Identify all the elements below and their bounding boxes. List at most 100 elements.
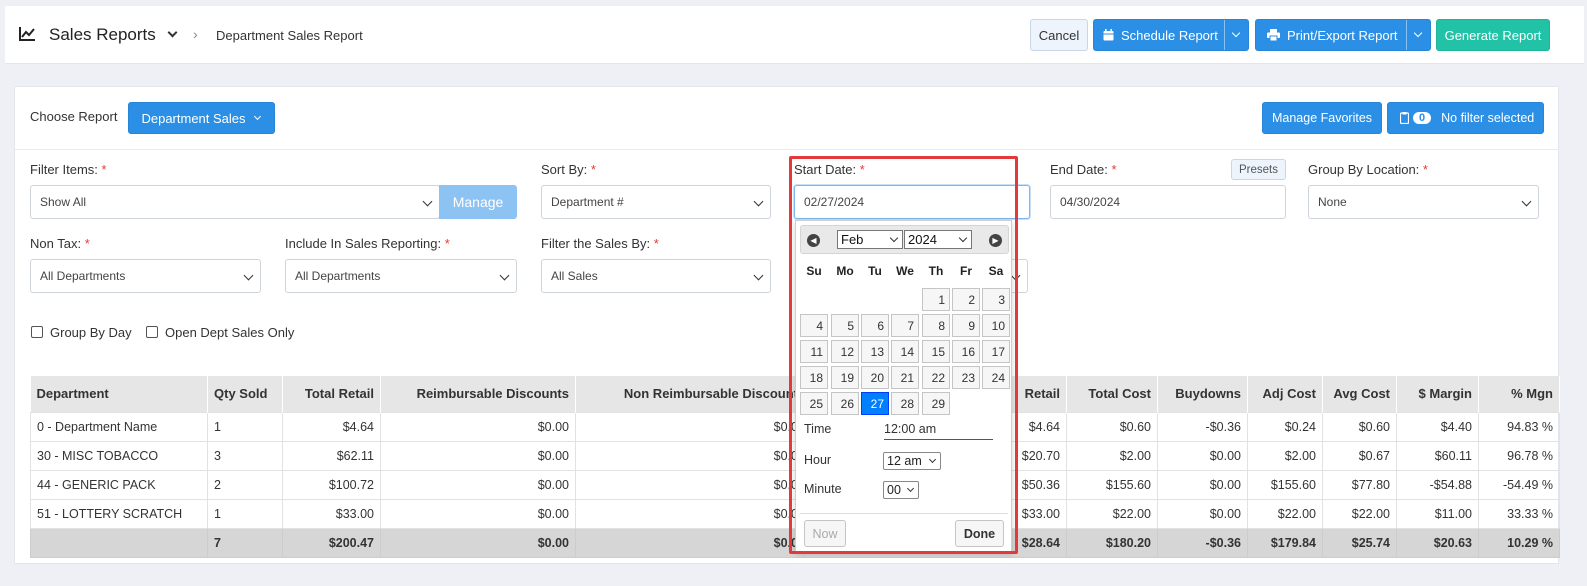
- table-cell: $22.00: [1066, 498, 1158, 529]
- chevron-down-icon: [243, 270, 254, 281]
- report-type-dropdown[interactable]: Department Sales: [128, 102, 275, 134]
- highlight-box: [789, 156, 1018, 554]
- include-sales-label: Include In Sales Reporting: *: [285, 236, 450, 251]
- include-sales-value: All Departments: [295, 269, 381, 283]
- total-cell: $20.63: [1396, 527, 1479, 558]
- include-sales-select[interactable]: All Departments: [285, 259, 517, 293]
- table-cell: 2: [207, 469, 283, 500]
- col-header[interactable]: Department: [30, 376, 208, 412]
- table-cell: $0.24: [1247, 411, 1323, 442]
- total-cell: [30, 527, 208, 558]
- table-cell: $33.00: [282, 498, 381, 529]
- table-cell: $0.00: [380, 498, 576, 529]
- schedule-dropdown-toggle[interactable]: [1224, 20, 1248, 50]
- print-dropdown-toggle[interactable]: [1406, 20, 1430, 50]
- presets-button[interactable]: Presets: [1231, 159, 1286, 180]
- table-cell: $62.11: [282, 440, 381, 471]
- table-cell: $0.0: [575, 440, 805, 471]
- schedule-report-label: Schedule Report: [1121, 27, 1218, 43]
- group-by-location-value: None: [1318, 195, 1347, 209]
- table-cell: $0.60: [1322, 411, 1397, 442]
- end-date-label: End Date: *: [1050, 162, 1117, 177]
- print-icon: [1267, 29, 1280, 41]
- end-date-input[interactable]: 04/30/2024: [1050, 185, 1286, 219]
- total-cell: -$0.36: [1157, 527, 1248, 558]
- table-cell: $2.00: [1247, 440, 1323, 471]
- table-cell: $22.00: [1322, 498, 1397, 529]
- total-cell: $0.0: [575, 527, 805, 558]
- department-link[interactable]: 0 - Department Name: [30, 411, 208, 442]
- group-by-day-label: Group By Day: [50, 325, 132, 340]
- department-link[interactable]: 30 - MISC TOBACCO: [30, 440, 208, 471]
- print-export-button[interactable]: Print/Export Report: [1255, 19, 1431, 51]
- table-cell: $0.00: [1157, 469, 1248, 500]
- col-header[interactable]: Buydowns: [1157, 376, 1248, 412]
- table-cell: $0.67: [1322, 440, 1397, 471]
- table-cell: $2.00: [1066, 440, 1158, 471]
- filter-status-text: No filter selected: [1441, 111, 1535, 125]
- table-cell: $155.60: [1247, 469, 1323, 500]
- schedule-report-button[interactable]: Schedule Report: [1093, 19, 1249, 51]
- manage-favorites-button[interactable]: Manage Favorites: [1262, 102, 1382, 134]
- filter-items-select[interactable]: Show All: [30, 185, 440, 219]
- table-cell: -54.49 %: [1478, 469, 1560, 500]
- title-dropdown-icon[interactable]: [165, 27, 179, 41]
- table-cell: $0.60: [1066, 411, 1158, 442]
- total-cell: $25.74: [1322, 527, 1397, 558]
- total-cell: $200.47: [282, 527, 381, 558]
- col-header[interactable]: % Mgn: [1478, 376, 1560, 412]
- chevron-down-icon: [499, 270, 510, 281]
- total-cell: 10.29 %: [1478, 527, 1560, 558]
- non-tax-label: Non Tax: *: [30, 236, 90, 251]
- breadcrumb-separator-icon: ›: [193, 26, 198, 42]
- col-header[interactable]: Non Reimbursable Discount: [575, 376, 805, 412]
- chevron-down-icon: [422, 196, 433, 207]
- clipboard-icon: [1400, 112, 1409, 124]
- col-header[interactable]: Total Retail: [282, 376, 381, 412]
- col-header[interactable]: Adj Cost: [1247, 376, 1323, 412]
- table-cell: $0.0: [575, 469, 805, 500]
- table-cell: $100.72: [282, 469, 381, 500]
- table-cell: $77.80: [1322, 469, 1397, 500]
- group-by-location-select[interactable]: None: [1308, 185, 1539, 219]
- group-by-day-checkbox[interactable]: [31, 326, 43, 338]
- manage-button[interactable]: Manage: [439, 185, 517, 219]
- table-cell: $155.60: [1066, 469, 1158, 500]
- department-link[interactable]: 51 - LOTTERY SCRATCH: [30, 498, 208, 529]
- filter-sales-select[interactable]: All Sales: [541, 259, 771, 293]
- table-cell: $0.0: [575, 498, 805, 529]
- group-by-location-label: Group By Location: *: [1308, 162, 1428, 177]
- department-link[interactable]: 44 - GENERIC PACK: [30, 469, 208, 500]
- non-tax-select[interactable]: All Departments: [30, 259, 261, 293]
- open-dept-sales-label: Open Dept Sales Only: [165, 325, 295, 340]
- total-cell: $180.20: [1066, 527, 1158, 558]
- table-cell: 1: [207, 411, 283, 442]
- chevron-down-icon: [1521, 196, 1532, 207]
- filter-status-button[interactable]: 0 No filter selected: [1387, 102, 1544, 134]
- table-cell: $11.00: [1396, 498, 1479, 529]
- table-cell: $4.64: [282, 411, 381, 442]
- table-cell: $22.00: [1247, 498, 1323, 529]
- col-header[interactable]: Avg Cost: [1322, 376, 1397, 412]
- sort-by-select[interactable]: Department #: [541, 185, 771, 219]
- filter-sales-value: All Sales: [551, 269, 598, 283]
- col-header[interactable]: Total Cost: [1066, 376, 1158, 412]
- col-header[interactable]: Qty Sold: [207, 376, 283, 412]
- report-chevron-down-icon: [253, 112, 261, 121]
- table-cell: $0.00: [380, 440, 576, 471]
- table-cell: -$54.88: [1396, 469, 1479, 500]
- chevron-down-icon: [753, 196, 764, 207]
- open-dept-sales-checkbox[interactable]: [146, 326, 158, 338]
- table-cell: -$0.36: [1157, 411, 1248, 442]
- total-cell: 7: [207, 527, 283, 558]
- table-cell: $0.00: [380, 411, 576, 442]
- print-export-label: Print/Export Report: [1287, 27, 1398, 43]
- col-header[interactable]: $ Margin: [1396, 376, 1479, 412]
- table-cell: $0.00: [1157, 498, 1248, 529]
- cancel-button[interactable]: Cancel: [1030, 19, 1088, 51]
- total-cell: $0.00: [380, 527, 576, 558]
- table-cell: 3: [207, 440, 283, 471]
- col-header[interactable]: Reimbursable Discounts: [380, 376, 576, 412]
- app-title: Sales Reports: [49, 25, 156, 44]
- generate-report-button[interactable]: Generate Report: [1436, 19, 1550, 51]
